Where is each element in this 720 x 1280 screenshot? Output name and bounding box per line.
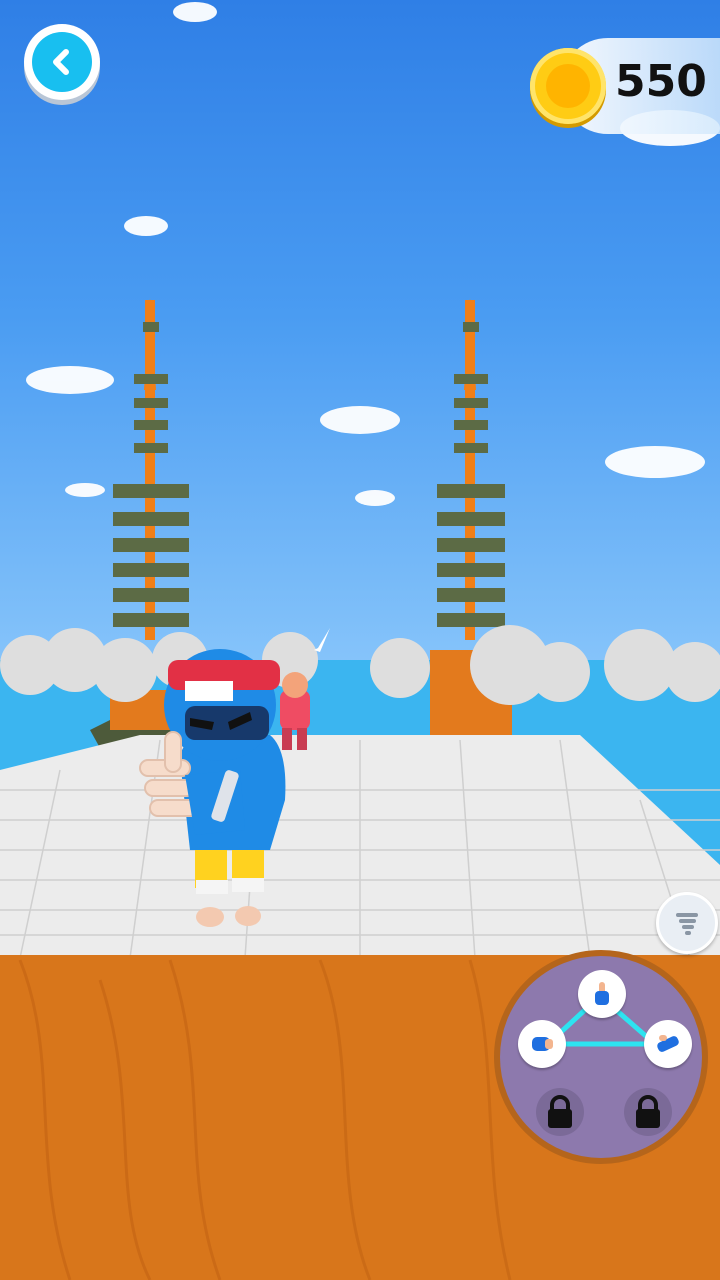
coin-count: 550 <box>615 56 707 107</box>
skill-slot-locked-2 <box>624 1088 672 1136</box>
back-button-face <box>32 32 92 92</box>
lock-icon <box>548 1095 572 1128</box>
tornado-icon <box>676 913 698 935</box>
skill-slot-fist[interactable] <box>518 1020 566 1068</box>
hand-point-icon <box>595 982 609 1005</box>
back-button[interactable] <box>24 24 100 100</box>
lock-icon <box>636 1095 660 1128</box>
gold-coin-icon <box>530 48 606 124</box>
skill-wheel <box>494 950 708 1164</box>
skill-slot-open-palm[interactable] <box>644 1020 692 1068</box>
game-scene: 550 <box>0 0 720 1280</box>
skill-slot-locked-1 <box>536 1088 584 1136</box>
fist-icon <box>532 1037 553 1051</box>
chevron-left-icon <box>53 49 69 75</box>
tornado-special-button[interactable] <box>656 892 718 954</box>
open-palm-icon <box>657 1035 679 1052</box>
skill-slot-pointing-hand[interactable] <box>578 970 626 1018</box>
